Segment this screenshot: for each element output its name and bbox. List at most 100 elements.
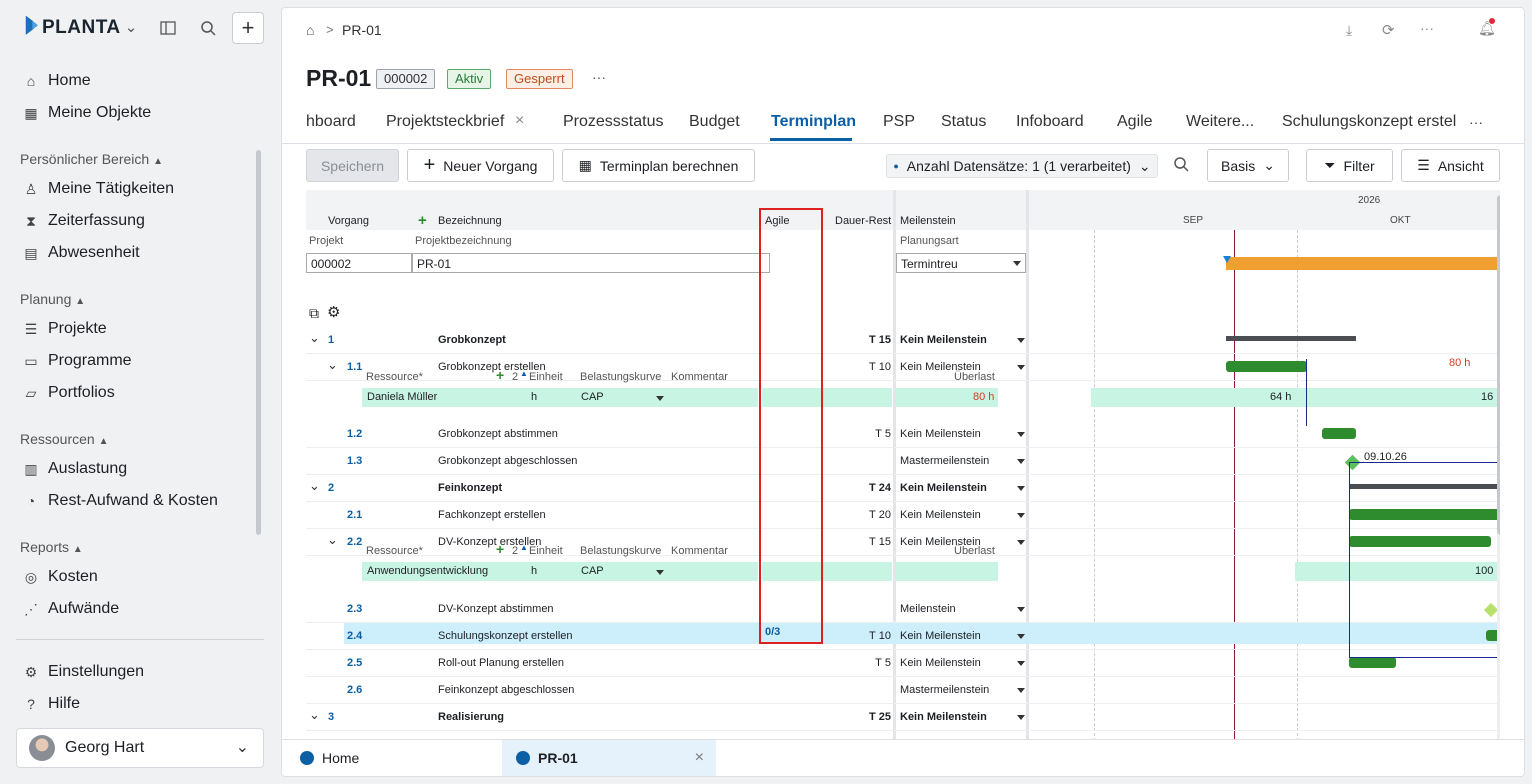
section-persoenlicher-bereich[interactable]: Persönlicher Bereich ▲ — [20, 151, 163, 167]
table-row[interactable]: 1.3 Grobkonzept abgeschlossen Mastermeilen… — [306, 448, 1500, 475]
tab-agile[interactable]: Agile — [1117, 113, 1153, 131]
nav-einstellungen[interactable]: ⚙ Einstellungen — [22, 659, 144, 685]
copy-icon[interactable]: ⧉ — [309, 305, 319, 322]
tabs-more-icon[interactable]: ··· — [1469, 114, 1483, 130]
nav-home[interactable]: ⌂ Home — [22, 68, 91, 94]
nav-aufwaende[interactable]: ⋰ Aufwände — [22, 596, 119, 622]
table-row[interactable]: 2.3 DV-Konzept abstimmen Meilenstein — [306, 596, 1500, 623]
dropdown-arrow-icon[interactable] — [1017, 432, 1025, 437]
planungsart-select[interactable]: Termintreu — [896, 253, 1026, 273]
nav-portfolios[interactable]: ▱ Portfolios — [22, 380, 115, 406]
tab-budget[interactable]: Budget — [689, 113, 740, 131]
nav-hilfe[interactable]: ? Hilfe — [22, 691, 80, 717]
nav-programme[interactable]: ▭ Programme — [22, 348, 131, 374]
close-icon[interactable]: × — [695, 749, 704, 767]
filter-button[interactable]: ⏷ Filter — [1306, 149, 1393, 182]
table-row[interactable]: 2.6 Feinkonzept abgeschlossen Mastermeilen… — [306, 677, 1500, 704]
col-vorgang[interactable]: Vorgang — [328, 215, 369, 227]
nav-projekte[interactable]: ☰ Projekte — [22, 316, 107, 342]
table-row[interactable]: 1.2 Grobkonzept abstimmen 5 T Kein Meilenst… — [306, 421, 1500, 448]
view-button[interactable]: ☰ Ansicht — [1401, 149, 1500, 182]
download-icon[interactable]: ⤓ — [1346, 22, 1352, 39]
taskbar-pr01[interactable]: PR-01 × — [502, 740, 716, 776]
dropdown-arrow-icon[interactable] — [1017, 486, 1025, 491]
sidebar-scrollbar[interactable] — [256, 150, 261, 535]
taskbar-home[interactable]: Home — [282, 740, 500, 776]
table-row[interactable]: 2.4 Schulungskonzept erstellen 0/3 10 T Kein… — [306, 623, 1500, 650]
resource-row[interactable]: Ressource* 2 Einheit Belastungskurve Komment… — [306, 367, 1500, 414]
section-planung[interactable]: Planung ▲ — [20, 291, 85, 307]
table-row[interactable]: ⌄ 1 Grobkonzept 15 T Kein Meilenstein — [306, 327, 1500, 354]
tab-dashboard[interactable]: hboard — [306, 113, 356, 131]
calculate-schedule-button[interactable]: ▦ Terminplan berechnen — [562, 149, 755, 182]
sort-asc-icon[interactable]: ▲ — [520, 543, 528, 552]
chevron-down-icon[interactable]: ⌄ — [122, 18, 140, 36]
add-resource-icon[interactable]: + — [496, 541, 504, 557]
dropdown-arrow-icon[interactable] — [1017, 540, 1025, 545]
home-icon[interactable]: ⌂ — [306, 22, 314, 38]
resource-row[interactable]: Ressource* 2 Einheit Belastungskurve Komment… — [306, 541, 1500, 588]
table-row[interactable]: 2.5 Roll-out Planung erstellen 5 T Kein Mei… — [306, 650, 1500, 677]
add-resource-icon[interactable]: + — [496, 367, 504, 383]
gantt-scrollbar[interactable] — [1497, 195, 1500, 535]
dropdown-arrow-icon[interactable] — [1017, 715, 1025, 720]
gantt-bar[interactable] — [1322, 428, 1356, 439]
nav-zeiterfassung[interactable]: ⧗ Zeiterfassung — [22, 208, 145, 234]
close-icon[interactable]: × — [515, 112, 524, 130]
nav-abwesenheit[interactable]: ▤ Abwesenheit — [22, 240, 139, 266]
gantt-summary-bar[interactable] — [1226, 336, 1356, 341]
col-meilenstein[interactable]: Meilenstein — [900, 215, 956, 227]
dropdown-arrow-icon[interactable] — [1017, 607, 1025, 612]
expand-chevron-icon[interactable]: ⌄ — [327, 532, 338, 548]
nav-rest-aufwand[interactable]: ◔ Rest-Aufwand & Kosten — [22, 488, 218, 514]
more-icon[interactable]: ··· — [1420, 20, 1434, 36]
basis-dropdown[interactable]: Basis ⌄ — [1207, 149, 1289, 182]
gantt-bar[interactable] — [1226, 361, 1307, 372]
dropdown-arrow-icon[interactable] — [1017, 338, 1025, 343]
dropdown-arrow-icon[interactable] — [656, 396, 664, 401]
gantt-bar[interactable] — [1349, 657, 1396, 668]
dropdown-arrow-icon[interactable] — [656, 570, 664, 575]
gear-icon[interactable]: ⚙ — [327, 303, 340, 321]
save-button[interactable]: Speichern — [306, 149, 399, 182]
nav-meine-objekte[interactable]: ▦ Meine Objekte — [22, 100, 151, 126]
record-count-dropdown[interactable]: ● Anzahl Datensätze: 1 (1 verarbeitet) ⌄ — [886, 154, 1158, 178]
expand-chevron-icon[interactable]: ⌄ — [309, 478, 320, 494]
user-menu[interactable]: Georg Hart ⌄ — [16, 728, 264, 768]
refresh-icon[interactable]: ⟳ — [1382, 21, 1395, 39]
expand-chevron-icon[interactable]: ⌄ — [309, 707, 320, 723]
more-icon[interactable]: ··· — [592, 69, 606, 85]
tab-psp[interactable]: PSP — [883, 113, 915, 131]
project-name-field[interactable]: PR-01 — [412, 253, 770, 273]
expand-chevron-icon[interactable]: ⌄ — [309, 330, 320, 346]
sidebar-toggle-icon[interactable] — [158, 18, 178, 38]
dropdown-arrow-icon[interactable] — [1017, 459, 1025, 464]
dropdown-arrow-icon[interactable] — [1017, 661, 1025, 666]
tab-infoboard[interactable]: Infoboard — [1016, 113, 1084, 131]
new-task-button[interactable]: + Neuer Vorgang — [407, 149, 554, 182]
breadcrumb[interactable]: PR-01 — [342, 22, 382, 38]
search-icon[interactable] — [1173, 156, 1189, 177]
search-icon[interactable] — [198, 18, 218, 38]
dropdown-arrow-icon[interactable] — [1017, 513, 1025, 518]
dropdown-arrow-icon[interactable] — [1017, 634, 1025, 639]
expand-chevron-icon[interactable]: ⌄ — [327, 357, 338, 373]
table-row[interactable]: ⌄ 2 Feinkonzept 24 T Kein Meilenstein — [306, 475, 1500, 502]
project-id-field[interactable]: 000002 — [306, 253, 412, 273]
col-dauer-rest[interactable]: Dauer-Rest — [835, 215, 891, 227]
section-reports[interactable]: Reports ▲ — [20, 539, 83, 555]
col-bezeichnung[interactable]: Bezeichnung — [438, 215, 502, 227]
table-row[interactable]: 2.1 Fachkonzept erstellen 20 T Kein Meilens… — [306, 502, 1500, 529]
tab-prozessstatus[interactable]: Prozessstatus — [563, 113, 663, 131]
sort-asc-icon[interactable]: ▲ — [520, 369, 528, 378]
add-row-icon[interactable]: + — [418, 212, 427, 229]
tab-terminplan[interactable]: Terminplan — [771, 113, 856, 131]
table-row[interactable]: ⌄ 3 Realisierung 25 T Kein Meilenstein — [306, 704, 1500, 731]
nav-auslastung[interactable]: ▥ Auslastung — [22, 456, 127, 482]
nav-kosten[interactable]: ◎ Kosten — [22, 564, 98, 590]
project-gantt-bar[interactable] — [1226, 257, 1500, 270]
section-ressourcen[interactable]: Ressourcen ▲ — [20, 431, 109, 447]
dropdown-arrow-icon[interactable] — [1017, 688, 1025, 693]
tab-schulungskonzept[interactable]: Schulungskonzept erstel — [1282, 113, 1456, 131]
add-button[interactable]: + — [232, 12, 264, 44]
